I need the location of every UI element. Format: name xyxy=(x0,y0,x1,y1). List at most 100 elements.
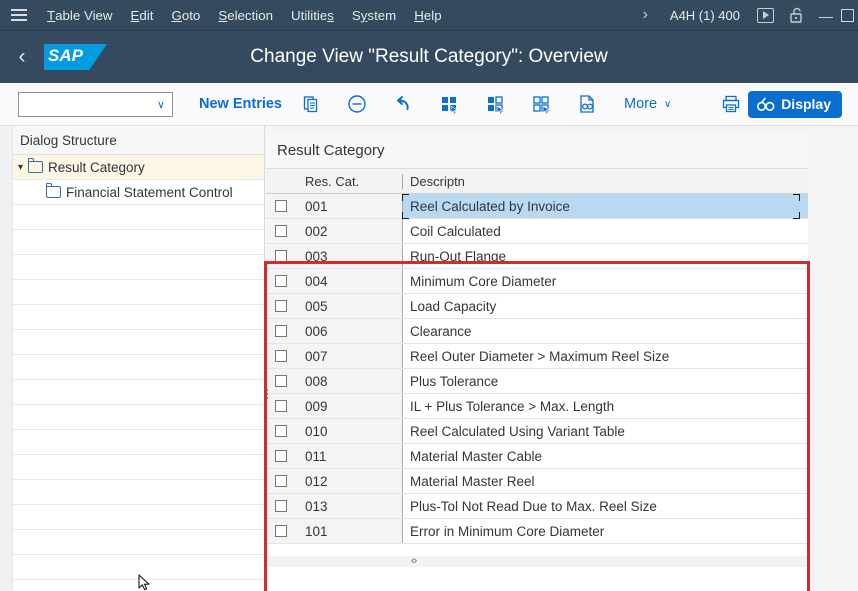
row-checkbox[interactable] xyxy=(266,244,296,268)
row-checkbox[interactable] xyxy=(266,294,296,318)
column-header-res-cat[interactable]: Res. Cat. xyxy=(296,173,403,189)
cell-res-cat[interactable]: 005 xyxy=(296,294,403,318)
printer-icon[interactable] xyxy=(714,89,748,119)
menu-item-system[interactable]: Sy stem xyxy=(343,0,405,31)
sidebar-item-result-category[interactable]: ▾ Result Category xyxy=(13,155,264,180)
table-row[interactable]: 005 Load Capacity xyxy=(266,294,808,319)
cell-res-cat[interactable]: 101 xyxy=(296,519,403,543)
menu-item-help[interactable]: Help xyxy=(405,0,450,31)
display-button[interactable]: Display xyxy=(748,90,842,118)
menu-item-edit[interactable]: Edit xyxy=(122,0,163,31)
cell-descriptn[interactable]: Plus Tolerance xyxy=(403,369,808,393)
table-row[interactable]: 003 Run-Out Flange xyxy=(266,244,808,269)
row-checkbox[interactable] xyxy=(266,394,296,418)
row-checkbox[interactable] xyxy=(266,494,296,518)
horizontal-scrollbar[interactable]: ‹› xyxy=(266,555,808,567)
more-menu-button[interactable]: More ∨ xyxy=(624,96,671,112)
deselect-all-icon[interactable] xyxy=(524,89,558,119)
sidebar-empty-row xyxy=(13,430,264,455)
cell-descriptn[interactable]: Load Capacity xyxy=(403,294,808,318)
cell-descriptn[interactable]: Reel Calculated by Invoice xyxy=(403,194,808,218)
copy-icon[interactable] xyxy=(294,89,328,119)
cell-descriptn[interactable]: Minimum Core Diameter xyxy=(403,269,808,293)
back-navigation-icon[interactable]: ‹ xyxy=(0,31,44,83)
cell-descriptn[interactable]: Material Master Reel xyxy=(403,469,808,493)
unlocked-padlock-icon[interactable] xyxy=(787,5,807,25)
shell-bar: ‹ SAP xyxy=(0,31,858,83)
table-row[interactable]: 002 Coil Calculated xyxy=(266,219,808,244)
minimize-icon[interactable]: — xyxy=(813,0,839,31)
table-row[interactable]: 012 Material Master Reel xyxy=(266,469,808,494)
delete-icon[interactable] xyxy=(340,89,374,119)
cell-res-cat[interactable]: 013 xyxy=(296,494,403,518)
chevron-down-icon[interactable]: ▾ xyxy=(13,162,28,173)
table-row[interactable]: 009 IL + Plus Tolerance > Max. Length xyxy=(266,394,808,419)
sap-logo[interactable]: SAP xyxy=(44,44,107,70)
cell-descriptn[interactable]: IL + Plus Tolerance > Max. Length xyxy=(403,394,808,418)
row-checkbox[interactable] xyxy=(266,519,296,543)
cell-descriptn[interactable]: Reel Outer Diameter > Maximum Reel Size xyxy=(403,344,808,368)
table-row[interactable]: 010 Reel Calculated Using Variant Table xyxy=(266,419,808,444)
row-checkbox[interactable] xyxy=(266,219,296,243)
cell-res-cat[interactable]: 003 xyxy=(296,244,403,268)
table-row[interactable]: 008 Plus Tolerance xyxy=(266,369,808,394)
row-checkbox[interactable] xyxy=(266,369,296,393)
menu-item-utilities[interactable]: Utilitie s xyxy=(282,0,343,31)
row-checkbox[interactable] xyxy=(266,344,296,368)
row-checkbox[interactable] xyxy=(266,419,296,443)
table-row[interactable]: 007 Reel Outer Diameter > Maximum Reel S… xyxy=(266,344,808,369)
menu-item-table-view[interactable]: Table View xyxy=(38,0,122,31)
cell-res-cat[interactable]: 007 xyxy=(296,344,403,368)
view-selector-combobox[interactable]: ∨ xyxy=(18,91,173,117)
maximize-icon[interactable] xyxy=(841,8,854,22)
cell-descriptn[interactable]: Error in Minimum Core Diameter xyxy=(403,519,808,543)
row-checkbox[interactable] xyxy=(266,194,296,218)
cell-res-cat[interactable]: 004 xyxy=(296,269,403,293)
row-checkbox[interactable] xyxy=(266,444,296,468)
menu-overflow-chevron-icon[interactable]: › xyxy=(631,0,660,31)
new-entries-button[interactable]: New Entries xyxy=(199,96,282,112)
sap-logo-text: SAP xyxy=(48,46,83,65)
cell-res-cat[interactable]: 001 xyxy=(296,194,403,218)
row-checkbox[interactable] xyxy=(266,469,296,493)
dialog-structure-header: Dialog Structure xyxy=(13,126,264,155)
row-checkbox[interactable] xyxy=(266,269,296,293)
cell-descriptn[interactable]: Clearance xyxy=(403,319,808,343)
menu-item-selection[interactable]: Selection xyxy=(209,0,282,31)
column-header-descriptn[interactable]: Descriptn xyxy=(403,174,808,189)
cell-descriptn[interactable]: Plus-Tol Not Read Due to Max. Reel Size xyxy=(403,494,808,518)
table-row[interactable]: 011 Material Master Cable xyxy=(266,444,808,469)
panel-splitter-handle[interactable] xyxy=(264,386,270,402)
cell-res-cat[interactable]: 006 xyxy=(296,319,403,343)
play-button-icon[interactable] xyxy=(757,7,774,23)
cell-descriptn[interactable]: Run-Out Flange xyxy=(403,244,808,268)
hamburger-menu-icon[interactable] xyxy=(0,0,38,31)
cell-res-cat[interactable]: 010 xyxy=(296,419,403,443)
scroll-arrows-icon[interactable]: ‹› xyxy=(411,555,417,567)
sidebar-item-financial-statement-control[interactable]: Financial Statement Control xyxy=(13,180,264,205)
table-row[interactable]: 006 Clearance xyxy=(266,319,808,344)
sidebar-empty-row xyxy=(13,355,264,380)
table-row[interactable]: 004 Minimum Core Diameter xyxy=(266,269,808,294)
chevron-down-icon[interactable]: ∨ xyxy=(150,98,172,111)
cell-res-cat[interactable]: 012 xyxy=(296,469,403,493)
menu-item-label: elp xyxy=(423,7,442,23)
row-checkbox[interactable] xyxy=(266,319,296,343)
cell-descriptn[interactable]: Coil Calculated xyxy=(403,219,808,243)
select-block-icon[interactable] xyxy=(478,89,512,119)
cell-descriptn[interactable]: Material Master Cable xyxy=(403,444,808,468)
table-row[interactable]: 101 Error in Minimum Core Diameter xyxy=(266,519,808,544)
select-all-icon[interactable] xyxy=(432,89,466,119)
menu-accel: E xyxy=(130,7,140,23)
undo-icon[interactable] xyxy=(386,89,420,119)
menu-item-goto[interactable]: Goto xyxy=(162,0,209,31)
table-row[interactable]: 001 Reel Calculated by Invoice xyxy=(266,194,808,219)
table-row[interactable]: 013 Plus-Tol Not Read Due to Max. Reel S… xyxy=(266,494,808,519)
cell-res-cat[interactable]: 009 xyxy=(296,394,403,418)
sidebar-empty-row xyxy=(13,405,264,430)
cell-descriptn[interactable]: Reel Calculated Using Variant Table xyxy=(403,419,808,443)
cell-res-cat[interactable]: 011 xyxy=(296,444,403,468)
cell-res-cat[interactable]: 008 xyxy=(296,369,403,393)
cell-res-cat[interactable]: 002 xyxy=(296,219,403,243)
display-selection-icon[interactable] xyxy=(570,89,604,119)
